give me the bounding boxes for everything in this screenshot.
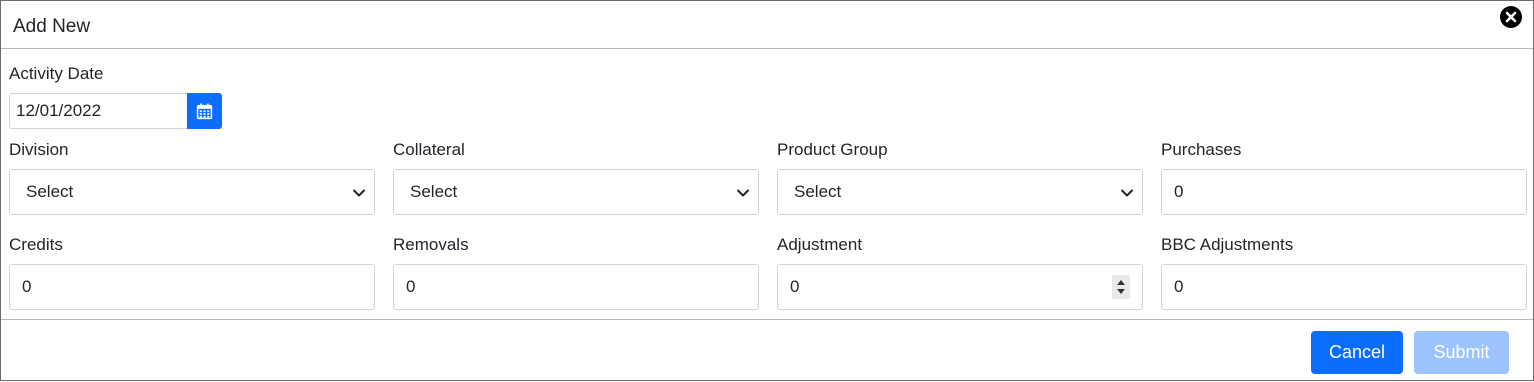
- collateral-select-value: Select: [410, 182, 458, 201]
- dialog-header: Add New: [1, 1, 1533, 49]
- activity-date-input[interactable]: [9, 93, 187, 129]
- close-icon[interactable]: [1500, 6, 1522, 28]
- credits-input[interactable]: 0: [9, 264, 375, 310]
- chevron-down-icon: [737, 189, 749, 197]
- activity-date-group: [9, 93, 222, 129]
- division-label: Division: [9, 140, 69, 159]
- product-group-select-value: Select: [794, 182, 842, 201]
- removals-input[interactable]: 0: [393, 264, 759, 310]
- calendar-icon[interactable]: [187, 93, 222, 129]
- bbc-adjustments-value: 0: [1174, 277, 1184, 296]
- bbc-adjustments-input[interactable]: 0: [1161, 264, 1527, 310]
- credits-label: Credits: [9, 235, 63, 254]
- cancel-button[interactable]: Cancel: [1311, 331, 1403, 374]
- collateral-select[interactable]: Select: [393, 169, 759, 215]
- product-group-label: Product Group: [777, 140, 888, 159]
- dialog-footer: Cancel Submit: [1, 319, 1533, 382]
- purchases-input[interactable]: 0: [1161, 169, 1527, 215]
- number-spinner-icon[interactable]: [1112, 275, 1130, 299]
- adjustment-value: 0: [790, 277, 800, 296]
- adjustment-input[interactable]: 0: [777, 264, 1143, 310]
- purchases-value: 0: [1174, 182, 1184, 201]
- bbc-adjustments-label: BBC Adjustments: [1161, 235, 1294, 254]
- removals-label: Removals: [393, 235, 469, 254]
- dialog-title: Add New: [13, 16, 91, 37]
- division-select-value: Select: [26, 182, 74, 201]
- credits-value: 0: [22, 277, 32, 296]
- submit-button[interactable]: Submit: [1414, 331, 1509, 374]
- collateral-label: Collateral: [393, 140, 465, 159]
- product-group-select[interactable]: Select: [777, 169, 1143, 215]
- division-select[interactable]: Select: [9, 169, 375, 215]
- purchases-label: Purchases: [1161, 140, 1242, 159]
- chevron-down-icon: [1121, 189, 1133, 197]
- chevron-down-icon: [353, 189, 365, 197]
- adjustment-label: Adjustment: [777, 235, 863, 254]
- add-new-dialog: Add New Activity Date Division Collatera…: [0, 0, 1534, 381]
- removals-value: 0: [406, 277, 416, 296]
- activity-date-label: Activity Date: [9, 64, 104, 83]
